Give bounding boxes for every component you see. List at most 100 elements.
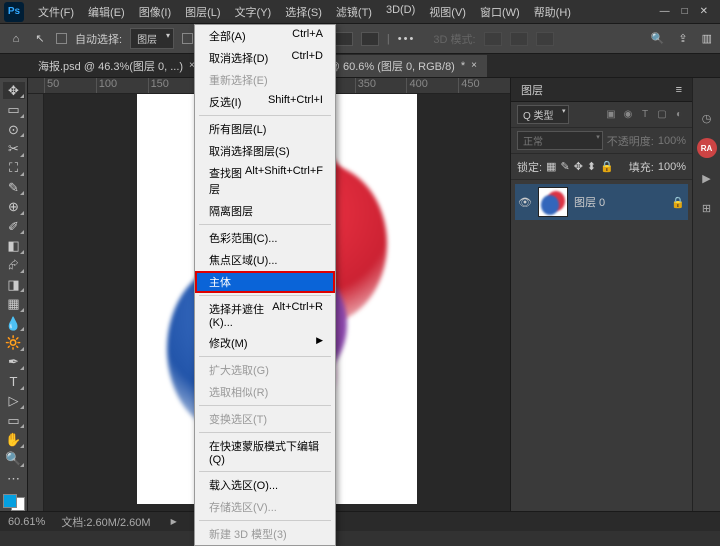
home-icon[interactable]: ⌂ [8,31,24,47]
panel-menu-icon[interactable]: ≡ [676,84,682,96]
maximize-button[interactable]: □ [682,6,688,17]
fill-value[interactable]: 100% [658,161,686,173]
lasso-tool[interactable]: ⊙ [3,121,25,138]
menu-item[interactable]: 查找图层Alt+Shift+Ctrl+F [195,162,335,200]
menu-edit[interactable]: 编辑(E) [82,2,131,22]
doc-tab[interactable]: 海报.psd @ 46.3%(图层 0, ...) × [28,55,205,77]
3d-icon[interactable] [484,32,502,46]
panel-tab-layers[interactable]: 图层 ≡ [511,78,692,102]
menu-help[interactable]: 帮助(H) [528,2,577,22]
menu-3d[interactable]: 3D(D) [380,2,421,22]
share-icon[interactable]: ⇪ [678,32,687,45]
menu-item-shortcut: Alt+Ctrl+R [272,301,323,329]
menu-select[interactable]: 选择(S) [279,2,328,22]
lock-transparency-icon[interactable]: ▦ [546,160,556,173]
menu-window[interactable]: 窗口(W) [474,2,526,22]
ra-badge-icon[interactable]: RA [697,138,717,158]
menu-item[interactable]: 取消选择图层(S) [195,140,335,162]
properties-icon[interactable]: ⊞ [697,198,717,218]
blend-mode-select[interactable]: 正常 [517,131,603,150]
3d-icon[interactable] [510,32,528,46]
tool-preset-icon[interactable]: ↖ [32,31,48,47]
menu-item-label: 扩大选取(G) [209,362,269,378]
autoselect-checkbox[interactable] [56,33,67,44]
path-tool[interactable]: ▷ [3,393,25,410]
menu-item-label: 主体 [209,274,231,290]
menu-item[interactable]: 载入选区(O)... [195,474,335,496]
menu-item[interactable]: 选择并遮住(K)...Alt+Ctrl+R [195,298,335,332]
menu-item[interactable]: 主体 [195,271,335,293]
history-brush-tool[interactable]: ⮳ [3,257,25,274]
menu-file[interactable]: 文件(F) [32,2,80,22]
play-icon[interactable]: ▶ [697,168,717,188]
eraser-tool[interactable]: ◨ [3,276,25,293]
menu-image[interactable]: 图像(I) [133,2,177,22]
marquee-tool[interactable]: ▭ [3,101,25,118]
menu-item[interactable]: 在快速蒙版模式下编辑(Q) [195,435,335,469]
autoselect-mode-select[interactable]: 图层 [130,28,174,49]
search-icon[interactable]: 🔍 [651,32,665,45]
menu-item: 扩大选取(G) [195,359,335,381]
filter-smart-icon[interactable]: ◐ [672,108,686,122]
minimize-button[interactable]: — [660,6,670,17]
status-menu-icon[interactable]: ▶ [171,517,177,526]
zoom-level[interactable]: 60.61% [8,516,45,528]
layer-thumbnail[interactable] [538,187,568,217]
healing-tool[interactable]: ⊕ [3,198,25,215]
brush-tool[interactable]: ✐ [3,218,25,235]
menu-item[interactable]: 色彩范围(C)... [195,227,335,249]
foreground-color[interactable] [3,494,17,508]
crop-tool[interactable]: ⛶ [3,160,25,177]
stamp-tool[interactable]: ◧ [3,237,25,254]
visibility-icon[interactable]: 👁 [518,196,532,209]
more-icon[interactable]: ••• [398,33,416,45]
layer-filter-type[interactable]: Q 类型 [517,105,569,124]
layer-row[interactable]: 👁 图层 0 🔒 [515,184,688,220]
layer-name[interactable]: 图层 0 [574,194,605,210]
filter-adjust-icon[interactable]: ◉ [621,108,635,122]
menu-view[interactable]: 视图(V) [423,2,472,22]
distribute-icon[interactable] [335,32,353,46]
menu-type[interactable]: 文字(Y) [229,2,278,22]
lock-all-icon[interactable]: 🔒 [600,160,614,173]
menu-item[interactable]: 修改(M)▶ [195,332,335,354]
type-tool[interactable]: T [3,373,25,390]
filter-type-icon[interactable]: T [638,108,652,122]
zoom-tool[interactable]: 🔍 [3,451,25,468]
filter-pixel-icon[interactable]: ▣ [604,108,618,122]
document-size[interactable]: 文档:2.60M/2.60M [61,514,150,530]
edit-toolbar-icon[interactable]: ⋯ [3,470,25,487]
pen-tool[interactable]: ✒ [3,354,25,371]
layer-lock-icon[interactable]: 🔒 [671,196,685,209]
lock-pixels-icon[interactable]: ✎ [560,160,569,173]
gradient-tool[interactable]: ▦ [3,295,25,312]
menu-filter[interactable]: 滤镜(T) [330,2,378,22]
hand-tool[interactable]: ✋ [3,431,25,448]
opacity-value[interactable]: 100% [658,135,686,147]
blur-tool[interactable]: 💧 [3,315,25,332]
menu-item[interactable]: 隔离图层 [195,200,335,222]
dodge-tool[interactable]: 🔆 [3,334,25,351]
3d-icon[interactable] [536,32,554,46]
menu-item[interactable]: 所有图层(L) [195,118,335,140]
shape-tool[interactable]: ▭ [3,412,25,429]
menu-item[interactable]: 焦点区域(U)... [195,249,335,271]
color-swatches[interactable] [3,494,25,511]
move-tool[interactable]: ✥ [3,82,25,99]
quick-select-tool[interactable]: ✂ [3,140,25,157]
lock-artboard-icon[interactable]: ⬍ [587,160,596,173]
lock-position-icon[interactable]: ✥ [574,160,583,173]
eyedropper-tool[interactable]: ✎ [3,179,25,196]
close-button[interactable]: ✕ [700,6,708,17]
transform-checkbox[interactable] [182,33,193,44]
menu-item-label: 载入选区(O)... [209,477,278,493]
close-tab-icon[interactable]: × [471,60,477,71]
history-icon[interactable]: ◷ [697,108,717,128]
workspace-icon[interactable]: ▥ [702,32,712,45]
filter-shape-icon[interactable]: ▢ [655,108,669,122]
menu-item[interactable]: 取消选择(D)Ctrl+D [195,47,335,69]
menu-layer[interactable]: 图层(L) [179,2,226,22]
distribute-icon[interactable] [361,32,379,46]
menu-item[interactable]: 全部(A)Ctrl+A [195,25,335,47]
menu-item[interactable]: 反选(I)Shift+Ctrl+I [195,91,335,113]
